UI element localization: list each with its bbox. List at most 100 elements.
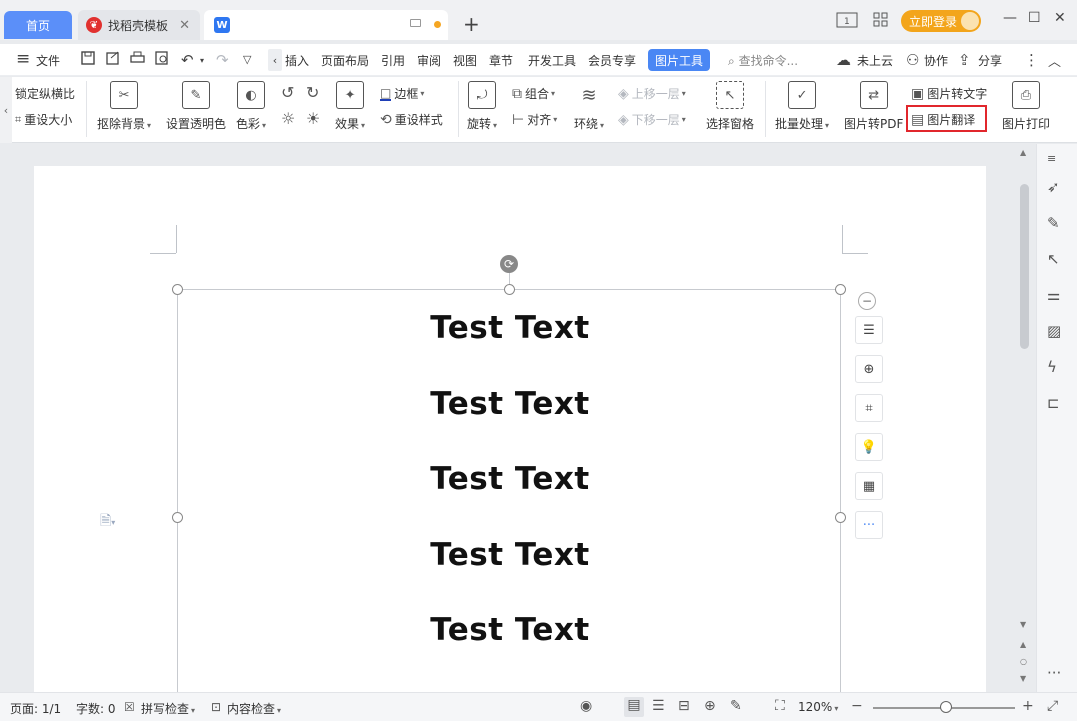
set-transparent-button[interactable]: ✎ 设置透明色: [166, 81, 226, 132]
reset-style-button[interactable]: ⟲ 重设样式: [380, 111, 443, 128]
image-to-text-button[interactable]: ▣ 图片转文字: [911, 85, 987, 102]
reading-view-icon[interactable]: ⊟: [678, 698, 690, 714]
tab-templates[interactable]: ❦ 找稻壳模板 ✕: [78, 10, 200, 40]
apps-grid-icon[interactable]: [873, 12, 889, 32]
print-icon[interactable]: [130, 51, 145, 69]
collapse-toolbar-icon[interactable]: −: [858, 292, 876, 310]
zoom-in-icon[interactable]: ⊕: [855, 355, 883, 383]
zoom-in-icon[interactable]: +: [1022, 698, 1034, 714]
wrap-button[interactable]: ≋ 环绕 ▾: [574, 81, 604, 132]
layout-icon[interactable]: 1: [836, 12, 858, 32]
send-backward-button[interactable]: ◈ 下移一层 ▾: [618, 111, 686, 128]
menu-references[interactable]: 引用: [381, 52, 405, 69]
brightness-increase-button[interactable]: ☼: [281, 109, 298, 128]
menu-section[interactable]: 章节: [489, 52, 513, 69]
resize-handle-top[interactable]: [504, 284, 515, 295]
new-tab-button[interactable]: +: [463, 12, 480, 36]
share-button[interactable]: 分享: [978, 52, 1002, 69]
tab-picture-tools[interactable]: 图片工具: [648, 49, 710, 71]
redo-icon[interactable]: ↷: [216, 51, 229, 69]
batch-process-button[interactable]: ✓ 批量处理 ▾: [775, 81, 829, 132]
idea-icon[interactable]: 💡: [855, 433, 883, 461]
remove-background-button[interactable]: ✂ 抠除背景 ▾: [97, 81, 151, 132]
rotate-right-button[interactable]: ↻: [306, 83, 322, 102]
tab-document[interactable]: W: [204, 10, 448, 40]
monitor-icon[interactable]: [410, 19, 421, 27]
menu-insert[interactable]: 插入: [285, 52, 309, 69]
color-button[interactable]: ◐ 色彩 ▾: [236, 81, 266, 132]
bring-forward-button[interactable]: ◈ 上移一层 ▾: [618, 85, 686, 102]
page-indicator[interactable]: 页面: 1/1: [10, 700, 61, 717]
fullscreen-icon[interactable]: ⤢: [1047, 698, 1058, 714]
browse-object-icon[interactable]: ○: [1020, 657, 1027, 666]
lightning-icon[interactable]: ϟ: [1047, 358, 1057, 376]
more-icon[interactable]: ···: [855, 511, 883, 539]
selection-pane-button[interactable]: ↖ 选择窗格: [706, 81, 754, 132]
zoom-out-icon[interactable]: −: [851, 698, 863, 714]
scroll-left-icon[interactable]: ‹: [268, 49, 282, 71]
layout-options-icon[interactable]: ☰: [855, 316, 883, 344]
adjust-icon[interactable]: ⚌: [1047, 286, 1060, 304]
rocket-icon[interactable]: ➶: [1047, 178, 1060, 196]
rotate-left-button[interactable]: ↺: [281, 83, 297, 102]
rotate-handle-icon[interactable]: ⟳: [500, 255, 518, 273]
scroll-top-icon[interactable]: ▲: [1020, 148, 1026, 157]
resize-handle-top-right[interactable]: [835, 284, 846, 295]
outline-view-icon[interactable]: ☰: [652, 698, 665, 714]
scroll-thumb[interactable]: [1020, 184, 1029, 349]
effects-button[interactable]: ✦ 效果 ▾: [335, 81, 365, 132]
menu-page-layout[interactable]: 页面布局: [321, 52, 369, 69]
menu-file[interactable]: 文件: [36, 52, 60, 69]
save-icon[interactable]: [81, 51, 95, 69]
zoom-level[interactable]: 120% ▾: [798, 700, 838, 714]
document-page[interactable]: ⟳ Test Text Test Text Test Text Test Tex…: [34, 166, 986, 699]
rotate-button[interactable]: ⤾ 旋转 ▾: [467, 81, 497, 132]
resize-handle-right[interactable]: [835, 512, 846, 523]
menu-member[interactable]: 会员专享: [588, 52, 636, 69]
book-icon[interactable]: ⊏: [1047, 394, 1060, 412]
cloud-status[interactable]: 未上云: [857, 52, 893, 69]
sidebar-menu-icon[interactable]: ≡: [1047, 152, 1056, 165]
image-print-button[interactable]: ⎙ 图片打印: [1002, 81, 1050, 132]
export-icon[interactable]: [106, 51, 120, 69]
tab-home[interactable]: 首页: [4, 11, 72, 39]
next-page-icon[interactable]: ▼: [1020, 674, 1026, 683]
image-to-pdf-button[interactable]: ⇄ 图片转PDF: [844, 81, 903, 132]
cursor-icon[interactable]: ↖: [1047, 250, 1060, 268]
brightness-decrease-button[interactable]: ☀: [306, 109, 323, 128]
maximize-button[interactable]: ☐: [1028, 10, 1041, 26]
scroll-down-icon[interactable]: ▼: [1020, 620, 1026, 629]
close-window-button[interactable]: ✕: [1054, 10, 1066, 26]
align-button[interactable]: ⊢ 对齐 ▾: [512, 111, 557, 128]
close-icon[interactable]: ✕: [179, 18, 190, 33]
spell-check-button[interactable]: 拼写检查 ▾: [141, 700, 195, 717]
fit-page-icon[interactable]: ⛶: [775, 698, 785, 714]
vertical-scrollbar[interactable]: ▲ ▼ ▲ ○ ▼: [1017, 144, 1032, 692]
minimize-button[interactable]: —: [1003, 10, 1017, 26]
collab-button[interactable]: 协作: [924, 52, 948, 69]
write-view-icon[interactable]: ✎: [730, 698, 742, 714]
quick-access-dropdown-icon[interactable]: ▽: [243, 53, 251, 66]
menu-developer[interactable]: 开发工具: [528, 52, 576, 69]
resize-handle-left[interactable]: [172, 512, 183, 523]
lock-ratio-button[interactable]: 锁定纵横比: [15, 85, 75, 102]
hamburger-icon[interactable]: ≡: [16, 49, 30, 69]
zoom-slider-thumb[interactable]: [940, 701, 952, 713]
command-search[interactable]: ⌕ 查找命令...: [728, 52, 798, 69]
more-options-icon[interactable]: ⋮: [1024, 51, 1039, 69]
resize-handle-top-left[interactable]: [172, 284, 183, 295]
web-view-icon[interactable]: ⊕: [704, 698, 716, 714]
more-dots-icon[interactable]: ···: [1047, 664, 1061, 682]
paragraph-handle-icon[interactable]: 🗎▾: [100, 510, 115, 534]
page-view-icon[interactable]: ▤: [624, 697, 644, 717]
prev-page-icon[interactable]: ▲: [1020, 640, 1026, 649]
menu-view[interactable]: 视图: [453, 52, 477, 69]
ribbon-scroll-left-icon[interactable]: ‹: [0, 77, 12, 143]
menu-review[interactable]: 审阅: [417, 52, 441, 69]
content-check-button[interactable]: 内容检查 ▾: [227, 700, 281, 717]
word-count[interactable]: 字数: 0: [76, 700, 116, 717]
undo-dropdown-icon[interactable]: ▾: [200, 56, 204, 65]
collapse-ribbon-icon[interactable]: ︿: [1048, 51, 1061, 70]
pen-icon[interactable]: ✎: [1047, 214, 1060, 232]
eye-protect-icon[interactable]: ◉: [580, 698, 592, 714]
